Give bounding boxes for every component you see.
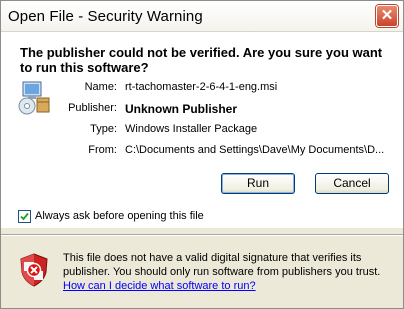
always-ask-checkbox[interactable] <box>18 210 31 223</box>
title-bar[interactable]: Open File - Security Warning ✕ <box>1 1 403 32</box>
publisher-value: Unknown Publisher <box>125 102 238 116</box>
separator-highlight <box>1 235 403 236</box>
cancel-button[interactable]: Cancel <box>315 173 389 194</box>
name-label: Name: <box>84 81 117 93</box>
security-shield-icon <box>20 253 48 287</box>
type-value: Windows Installer Package <box>125 123 258 135</box>
close-icon: ✕ <box>380 7 394 24</box>
dialog-content: The publisher could not be verified. Are… <box>1 32 403 228</box>
from-value: C:\Documents and Settings\Dave\My Docume… <box>125 144 385 156</box>
help-link[interactable]: How can I decide what software to run? <box>63 280 256 292</box>
from-label: From: <box>88 144 117 156</box>
type-label: Type: <box>90 123 117 135</box>
window-title: Open File - Security Warning <box>8 8 203 25</box>
run-button[interactable]: Run <box>221 173 295 194</box>
warning-message: This file does not have a valid digital … <box>63 251 393 293</box>
warning-headline: The publisher could not be verified. Are… <box>20 45 383 75</box>
always-ask-label: Always ask before opening this file <box>35 210 204 222</box>
publisher-label: Publisher: <box>68 102 117 114</box>
name-value: rt-tachomaster-2-6-4-1-eng.msi <box>125 81 278 93</box>
warning-text: This file does not have a valid digital … <box>63 252 381 278</box>
checkmark-icon <box>20 212 29 221</box>
close-button[interactable]: ✕ <box>376 5 398 27</box>
security-warning-dialog: Open File - Security Warning ✕ The publi… <box>0 0 404 309</box>
